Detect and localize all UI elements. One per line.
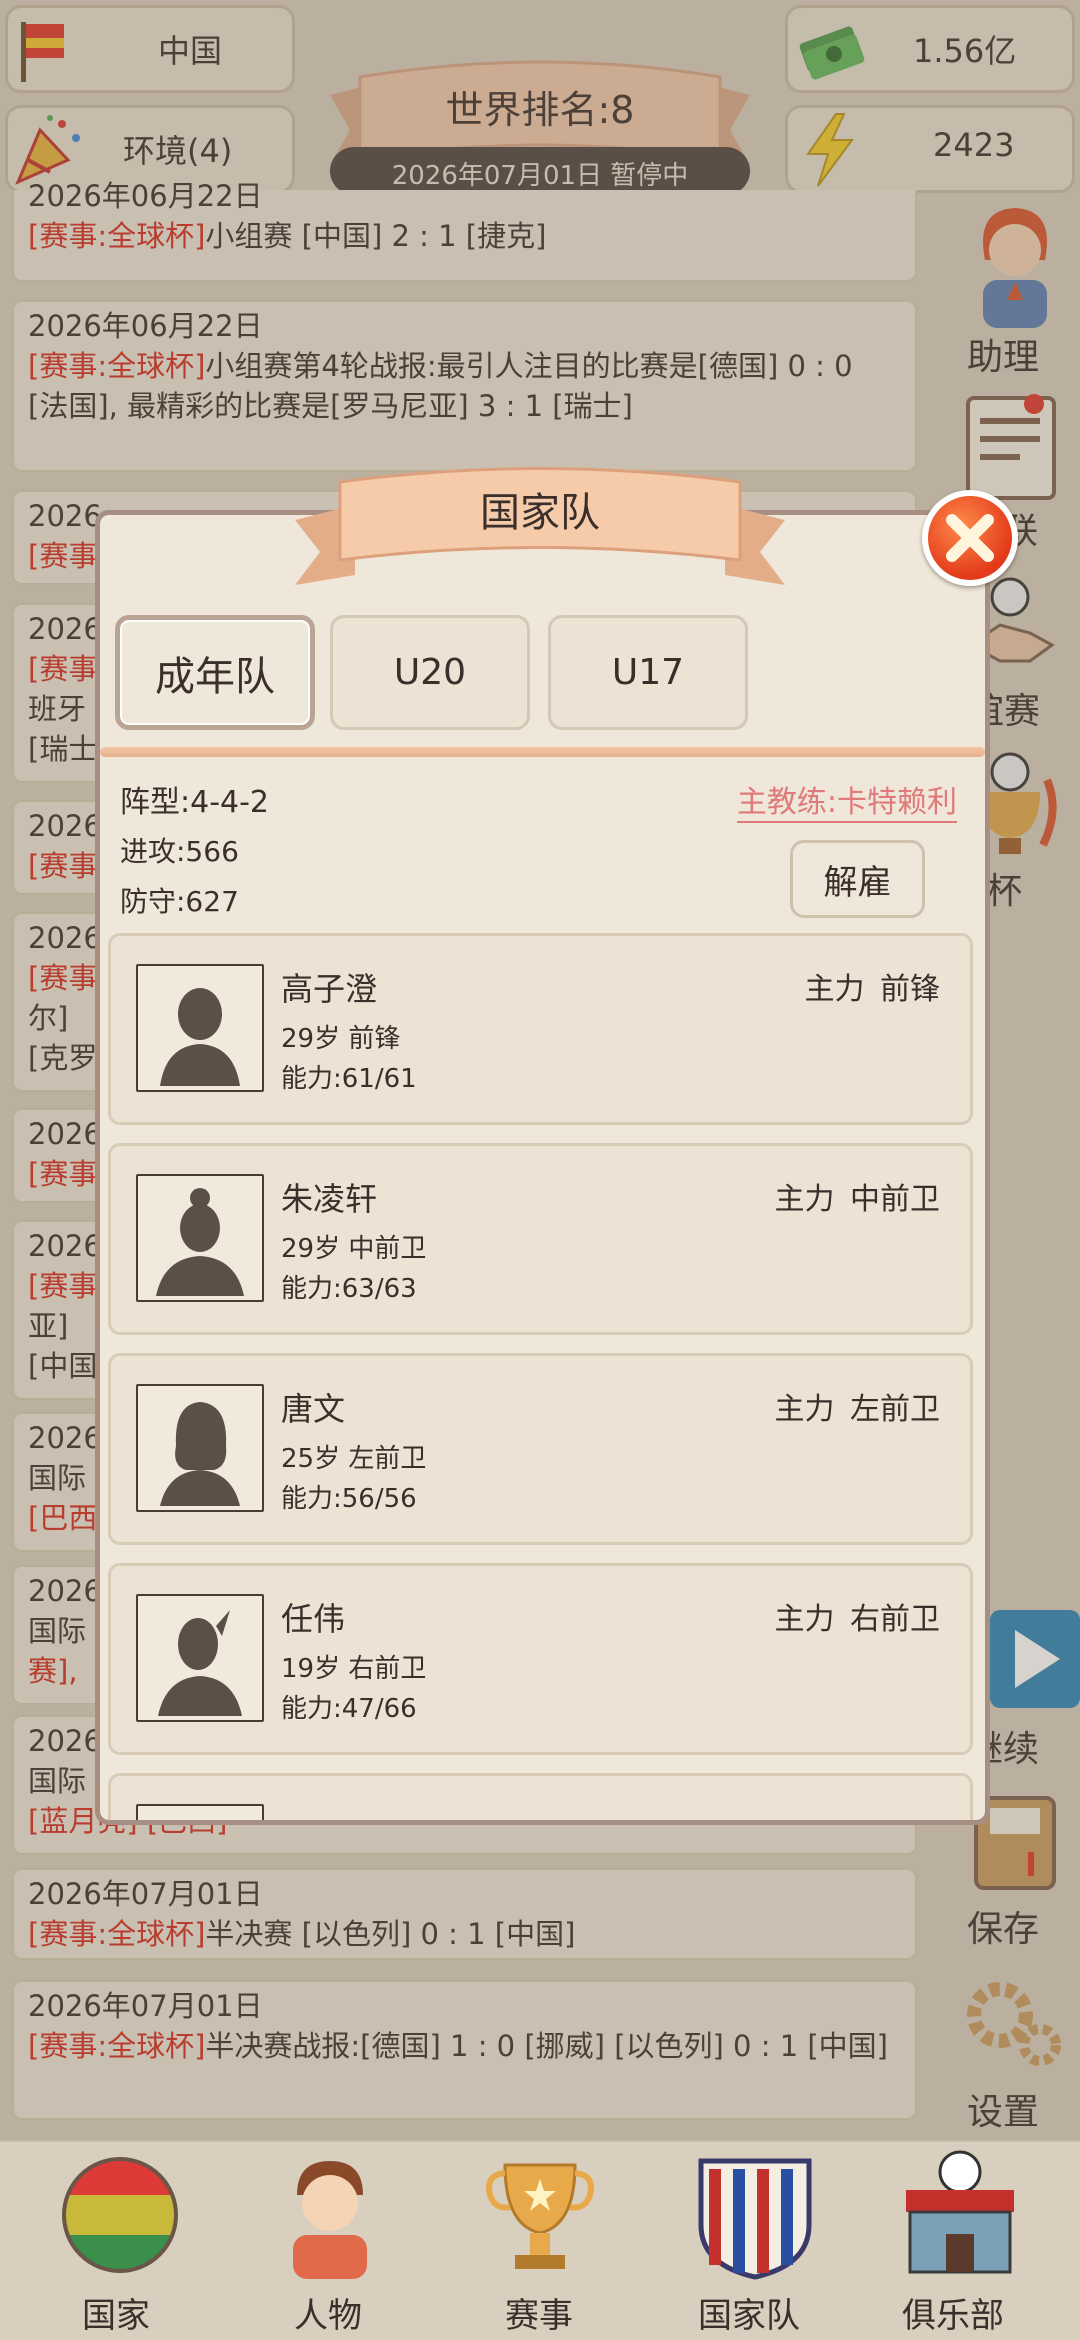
silhouette-icon — [158, 1610, 242, 1716]
tab-u17[interactable]: U17 — [548, 615, 748, 730]
player-ability: 能力:63/63 — [281, 1274, 417, 1304]
player-name: 高子澄 — [281, 970, 378, 1008]
player-name: 唐文 — [281, 1390, 346, 1428]
player-avatar — [136, 1804, 264, 1820]
player-card[interactable]: 唐文 主力 左前卫 25岁 左前卫 能力:56/56 — [108, 1353, 973, 1545]
club-building-icon — [906, 2150, 1014, 2274]
person-icon — [293, 2161, 367, 2279]
player-role: 主力 中前卫 — [774, 1182, 940, 1217]
player-card[interactable]: 高子澄 主力 前锋 29岁 前锋 能力:61/61 — [108, 933, 973, 1125]
player-card[interactable]: 任伟 主力 右前卫 19岁 右前卫 能力:47/66 — [108, 1563, 973, 1755]
player-name: 朱凌轩 — [281, 1180, 378, 1218]
close-icon — [946, 514, 994, 562]
nav-country-label: 国家 — [82, 2296, 150, 2336]
shield-icon — [698, 2158, 812, 2280]
close-modal-button[interactable] — [922, 490, 1018, 586]
player-role: 主力 右前卫 — [774, 1602, 940, 1637]
player-age-position: 25岁 左前卫 — [281, 1444, 427, 1474]
trophy-icon — [486, 2163, 594, 2269]
nav-club-label: 俱乐部 — [902, 2296, 1004, 2336]
player-card[interactable]: 朱凌轩 主力 中前卫 29岁 中前卫 能力:63/63 — [108, 1143, 973, 1335]
modal-title: 国家队 — [480, 490, 600, 536]
silhouette-icon — [160, 988, 240, 1086]
player-name: 任伟 — [281, 1600, 346, 1638]
player-ability: 能力:61/61 — [281, 1064, 417, 1094]
player-avatar — [136, 1384, 264, 1512]
player-card-partial[interactable] — [108, 1773, 973, 1820]
player-avatar — [136, 1174, 264, 1302]
attack-stat: 进攻:566 — [120, 835, 239, 868]
player-avatar — [136, 1594, 264, 1722]
nav-people-label: 人物 — [294, 2296, 362, 2336]
player-age-position: 29岁 前锋 — [281, 1024, 401, 1054]
player-role: 主力 左前卫 — [774, 1392, 940, 1427]
player-age-position: 29岁 中前卫 — [281, 1234, 427, 1264]
player-avatar — [136, 964, 264, 1092]
player-age-position: 19岁 右前卫 — [281, 1654, 427, 1684]
silhouette-icon — [156, 1188, 244, 1296]
defense-stat: 防守:627 — [120, 885, 239, 918]
tab-divider — [100, 747, 985, 757]
player-role: 主力 前锋 — [804, 972, 940, 1007]
player-ability: 能力:56/56 — [281, 1484, 417, 1514]
national-team-modal: 成年队 U20 U17 阵型:4-4-2 进攻:566 防守:627 主教练:卡… — [95, 510, 990, 1825]
tab-u20[interactable]: U20 — [330, 615, 530, 730]
silhouette-icon — [160, 1402, 240, 1506]
nav-events-label: 赛事 — [505, 2296, 573, 2336]
head-coach-link[interactable]: 主教练:卡特赖利 — [736, 777, 957, 823]
tab-senior[interactable]: 成年队 — [115, 615, 315, 730]
fire-coach-button[interactable]: 解雇 — [790, 840, 925, 918]
nav-national-team-label: 国家队 — [698, 2296, 800, 2336]
formation: 阵型:4-4-2 — [120, 785, 270, 820]
modal-title-ribbon: 国家队 — [295, 460, 785, 590]
player-ability: 能力:47/66 — [281, 1694, 417, 1724]
country-flag-circle-icon — [62, 2157, 178, 2273]
